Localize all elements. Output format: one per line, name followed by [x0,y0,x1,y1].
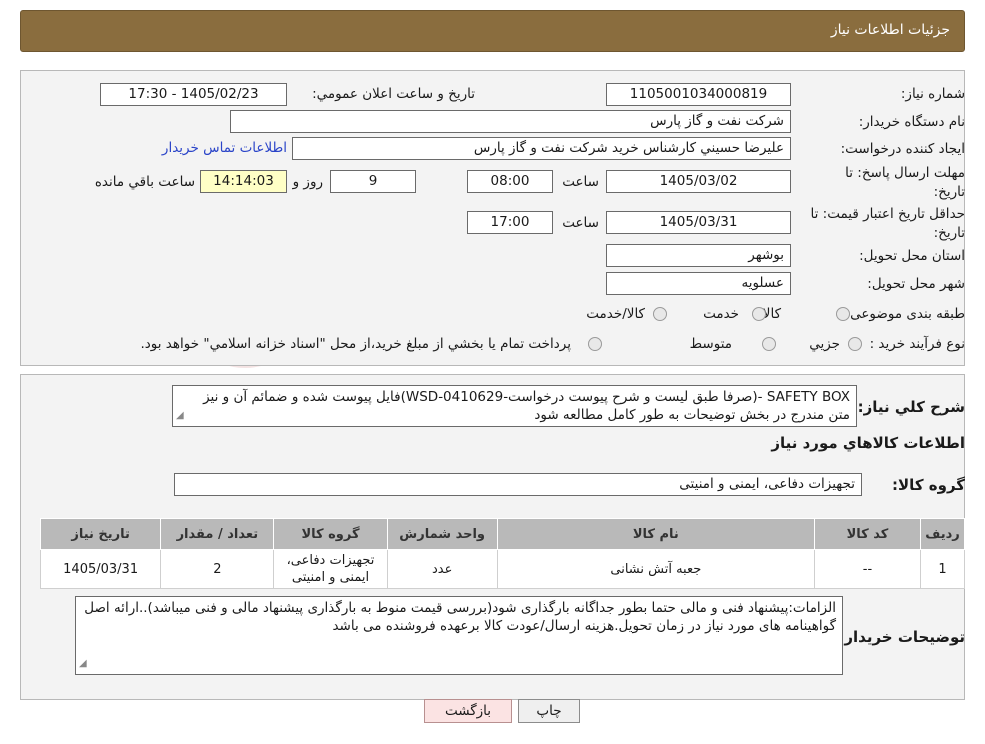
province-field: بوشهر [606,244,791,267]
back-button[interactable]: بازگشت [424,699,512,723]
process-medium-radio[interactable] [762,337,776,351]
process-treasury-checkbox[interactable] [588,337,602,351]
days-label: روز و [292,174,323,190]
col-goods-name: نام کالا [496,518,815,550]
buyer-notes-textarea[interactable]: الزامات:پيشنهاد فنی و مالی حتما بطور جدا… [75,596,843,675]
category-service-radio[interactable] [752,307,766,321]
creator-label: ايجاد کننده درخواست: [840,141,965,157]
col-goods-code: کد کالا [813,518,922,550]
category-service-label: خدمت [703,306,739,322]
cell-unit: عدد [386,549,498,589]
need-number-field: 1105001034000819 [606,83,791,106]
table-row: 1 -- جعبه آتش نشانی عدد تجهيزات دفاعی، ا… [39,549,965,589]
announce-date-label: تاریخ و ساعت اعلان عمومي: [312,86,475,102]
description-textarea[interactable]: SAFETY BOX -(صرفا طبق ليست و شرح پيوست د… [172,385,857,427]
process-minor-label: جزيي [809,336,840,352]
table-header-row: رديف کد کالا نام کالا واحد شمارش گروه کا… [39,518,965,550]
days-remaining-field: 9 [330,170,416,193]
process-treasury-note: پرداخت تمام يا بخشي از مبلغ خريد،از محل … [140,336,571,352]
validity-label: حداقل تاريخ اعتبار قيمت: تا [810,206,965,222]
resize-grip-icon[interactable]: ◢ [79,655,87,673]
col-quantity: تعداد / مقدار [160,518,275,550]
col-unit: واحد شمارش [386,518,498,550]
creator-field: عليرضا حسيني کارشناس خريد شرکت نفت و گاز… [292,137,791,160]
deadline-time-field: 08:00 [467,170,553,193]
col-row-number: رديف [920,518,965,550]
validity-time-label: ساعت [562,215,599,231]
description-label: شرح كلي نياز: [857,398,965,416]
resize-grip-icon[interactable]: ◢ [176,407,184,425]
col-need-date: تاريخ نياز [39,518,162,550]
process-minor-radio[interactable] [848,337,862,351]
city-label: شهر محل تحويل: [867,276,965,292]
goods-group-field: تجهيزات دفاعی، ايمنی و امنيتی [174,473,862,496]
time-remaining-field: 14:14:03 [200,170,287,193]
goods-table: رديف کد کالا نام کالا واحد شمارش گروه کا… [39,518,965,589]
validity-label-date: تاريخ: [933,225,965,241]
buyer-org-label: نام دستگاه خريدار: [858,114,965,130]
time-remaining-label: ساعت باقي مانده [94,174,195,190]
category-goods-radio[interactable] [836,307,850,321]
province-label: استان محل تحويل: [859,248,965,264]
cell-need-date: 1405/03/31 [39,549,162,589]
page-header: جزئیات اطلاعات نیاز [20,10,965,52]
page-title: جزئیات اطلاعات نیاز [830,22,950,38]
category-goods-service-label: کالا/خدمت [586,306,645,322]
print-button[interactable]: چاپ [518,699,580,723]
description-text: SAFETY BOX -(صرفا طبق ليست و شرح پيوست د… [203,389,850,423]
announce-date-field: 1405/02/23 - 17:30 [100,83,287,106]
buyer-contact-link[interactable]: اطلاعات تماس خريدار [162,140,287,156]
city-field: عسلويه [606,272,791,295]
buyer-notes-label: توضيحات خريدار: [838,628,965,646]
col-goods-group: گروه کالا [273,518,388,550]
category-goods-service-radio[interactable] [653,307,667,321]
process-medium-label: متوسط [689,336,732,352]
cell-row-number: 1 [920,549,965,589]
cell-quantity: 2 [160,549,275,589]
cell-goods-name: جعبه آتش نشانی [496,549,815,589]
need-number-label: شماره نیاز: [900,86,965,102]
goods-group-label: گروه كالا: [892,476,965,494]
validity-time-field: 17:00 [467,211,553,234]
buyer-notes-text: الزامات:پيشنهاد فنی و مالی حتما بطور جدا… [84,600,836,634]
deadline-time-label: ساعت [562,174,599,190]
cell-goods-group: تجهيزات دفاعی، ايمنی و امنيتی [273,549,388,589]
deadline-date-field: 1405/03/02 [606,170,791,193]
goods-section-title: اطلاعات كالاهاي مورد نياز [771,434,965,452]
cell-goods-code: -- [813,549,922,589]
category-label: طبقه بندی موضوعی: [845,306,965,322]
deadline-label: مهلت ارسال پاسخ: تا [845,165,965,181]
deadline-label-date: تاريخ: [933,184,965,200]
validity-date-field: 1405/03/31 [606,211,791,234]
process-type-label: نوع فرآيند خريد : [869,336,965,352]
buyer-org-field: شرکت نفت و گاز پارس [230,110,791,133]
